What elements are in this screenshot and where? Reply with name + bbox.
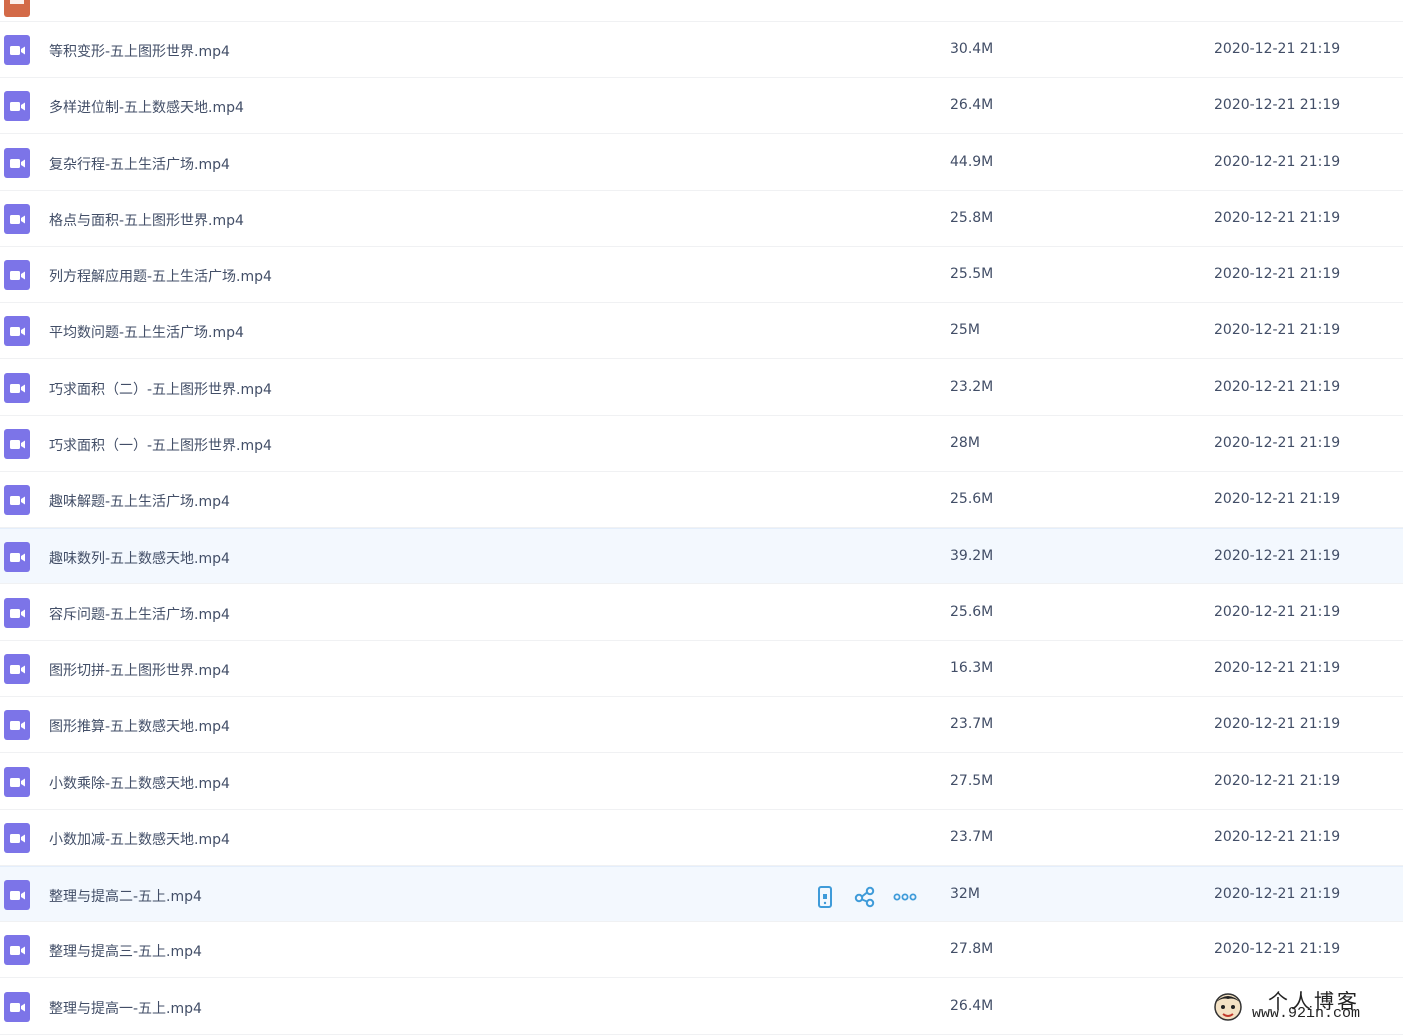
video-icon [4,260,30,291]
file-row[interactable]: 巧求面积（二）-五上图形世界.mp4 23.2M 2020-12-21 21:19 [0,360,1403,416]
file-row[interactable]: 容斥问题-五上生活广场.mp4 25.6M 2020-12-21 21:19 [0,585,1403,641]
file-name[interactable]: 小数乘除-五上数感天地.mp4 [49,773,230,793]
file-size: 16.3M [950,659,994,676]
video-icon [4,991,30,1022]
file-size: 44.9M [950,153,994,170]
file-row[interactable]: 图形切拼-五上图形世界.mp4 16.3M 2020-12-21 21:19 [0,641,1403,697]
file-size: 25.6M [950,603,994,620]
video-icon [4,428,30,459]
file-date: 2020-12-21 21:19 [1214,153,1341,170]
send-to-phone-icon[interactable] [812,885,838,909]
watermark-url: www.92in.com [1252,1005,1361,1022]
video-icon [4,766,30,797]
file-size: 30.4M [950,41,994,57]
video-icon [4,822,30,853]
row-actions [812,885,918,909]
file-date: 2020-12-21 21:19 [1214,266,1341,283]
file-size: 25.5M [950,266,994,283]
video-icon [4,710,30,741]
file-name[interactable]: 多样进位制-五上数感天地.mp4 [49,97,244,117]
file-date: 2020-12-21 21:19 [1214,659,1341,676]
file-size: 25.8M [950,209,994,226]
file-name[interactable]: 列方程解应用题-五上生活广场.mp4 [49,266,272,286]
video-icon [4,316,30,347]
file-name[interactable]: 趣味解题-五上生活广场.mp4 [49,491,230,511]
file-size: 27.8M [950,941,994,958]
file-date: 2020-12-21 21:19 [1214,716,1341,733]
file-row[interactable]: 整理与提高一-五上.mp4 26.4M [0,979,1403,1035]
file-row[interactable]: 等积变形-五上图形世界.mp4 30.4M 2020-12-21 21:19 [0,22,1403,78]
video-icon [4,542,30,573]
share-icon[interactable] [852,885,878,909]
file-row[interactable]: 整理与提高二-五上.mp4 32M 2020-12-21 21:19 [0,866,1403,923]
video-icon [4,597,30,628]
file-size: 26.4M [950,97,994,114]
file-row[interactable]: 多样进位制-五上数感天地.mp4 26.4M 2020-12-21 21:19 [0,78,1403,135]
file-name[interactable]: 等积变形-五上图形世界.mp4 [49,41,230,61]
file-name[interactable]: 图形推算-五上数感天地.mp4 [49,716,230,736]
file-date: 2020-12-21 21:19 [1214,828,1341,845]
avatar-cartoon-icon [1214,993,1242,1021]
file-name[interactable]: 平均数问题-五上生活广场.mp4 [49,322,244,342]
file-size: 25M [950,322,980,339]
file-row[interactable]: 格点与面积-五上图形世界.mp4 25.8M 2020-12-21 21:19 [0,191,1403,247]
file-size: 23.7M [950,828,994,845]
file-size: 23.2M [950,378,994,395]
file-row[interactable]: 小数乘除-五上数感天地.mp4 27.5M 2020-12-21 21:19 [0,754,1403,810]
file-name[interactable]: 整理与提高二-五上.mp4 [49,886,202,906]
file-row[interactable]: 图形推算-五上数感天地.mp4 23.7M 2020-12-21 21:19 [0,697,1403,754]
file-name[interactable]: 容斥问题-五上生活广场.mp4 [49,604,230,624]
video-icon [4,372,30,403]
file-name[interactable]: 巧求面积（二）-五上图形世界.mp4 [49,379,272,399]
file-row[interactable]: 趣味数列-五上数感天地.mp4 39.2M 2020-12-21 21:19 [0,528,1403,585]
file-size: 28M [950,434,980,451]
file-size: 39.2M [950,548,994,565]
file-date: 2020-12-21 21:19 [1214,41,1341,57]
file-name[interactable]: 小数加减-五上数感天地.mp4 [49,829,230,849]
file-name[interactable]: 整理与提高三-五上.mp4 [49,941,202,961]
file-date: 2020-12-21 21:19 [1214,97,1341,114]
file-date: 2020-12-21 21:19 [1214,941,1341,958]
file-size: 27.5M [950,772,994,789]
file-date: 2020-12-21 21:19 [1214,491,1341,508]
video-icon [4,35,30,65]
file-size: 26.4M [950,997,994,1014]
file-size: 25.6M [950,491,994,508]
file-name[interactable]: 巧求面积（一）-五上图形世界.mp4 [49,435,272,455]
file-name[interactable]: 整理与提高一-五上.mp4 [49,998,202,1018]
video-icon [4,935,30,966]
file-size: 23.7M [950,716,994,733]
file-row[interactable]: 复杂行程-五上生活广场.mp4 44.9M 2020-12-21 21:19 [0,135,1403,191]
video-icon [4,91,30,122]
file-date: 2020-12-21 21:19 [1214,434,1341,451]
file-name[interactable]: 格点与面积-五上图形世界.mp4 [49,210,244,230]
file-date: 2020-12-21 21:19 [1214,548,1341,565]
more-icon[interactable] [892,885,918,909]
file-row[interactable]: 平均数问题-五上生活广场.mp4 25M 2020-12-21 21:19 [0,303,1403,360]
video-icon [4,203,30,234]
file-row[interactable]: 列方程解应用题-五上生活广场.mp4 25.5M 2020-12-21 21:19 [0,247,1403,304]
file-name[interactable]: 复杂行程-五上生活广场.mp4 [49,154,230,174]
file-size: 32M [950,886,980,903]
file-date: 2020-12-21 21:19 [1214,603,1341,620]
file-date: 2020-12-21 21:19 [1214,378,1341,395]
file-date: 2020-12-21 21:19 [1214,209,1341,226]
file-date: 2020-12-21 21:19 [1214,772,1341,789]
file-row[interactable]: 小数加减-五上数感天地.mp4 23.7M 2020-12-21 21:19 [0,810,1403,866]
file-row[interactable]: 巧求面积（一）-五上图形世界.mp4 28M 2020-12-21 21:19 [0,416,1403,472]
video-icon [4,653,30,684]
file-date: 2020-12-21 21:19 [1214,886,1341,903]
video-icon [4,485,30,516]
folder-icon [4,0,30,17]
file-name[interactable]: 图形切拼-五上图形世界.mp4 [49,660,230,680]
partial-folder-row[interactable] [0,0,1403,22]
video-icon [4,880,30,911]
file-name[interactable]: 趣味数列-五上数感天地.mp4 [49,548,230,568]
file-row[interactable]: 整理与提高三-五上.mp4 27.8M 2020-12-21 21:19 [0,922,1403,979]
video-icon [4,147,30,178]
file-date: 2020-12-21 21:19 [1214,322,1341,339]
file-row[interactable]: 趣味解题-五上生活广场.mp4 25.6M 2020-12-21 21:19 [0,472,1403,529]
watermark: 个人博客 www.92in.com [1208,985,1403,1027]
